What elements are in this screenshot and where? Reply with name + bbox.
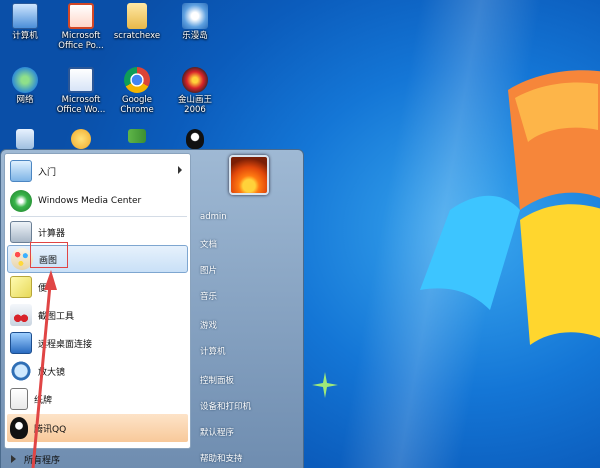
right-item-music[interactable]: 音乐	[200, 290, 217, 302]
flag-icon	[128, 129, 146, 143]
app-icon	[182, 3, 208, 29]
program-magnifier[interactable]: 放大镜	[7, 357, 188, 385]
desktop-icon-word[interactable]: Microsoft Office Wo...	[50, 64, 112, 120]
program-qq[interactable]: 腾讯QQ	[7, 414, 188, 442]
annotation-highlight-box	[30, 242, 68, 268]
desktop-icon-chrome[interactable]: Google Chrome	[106, 64, 168, 120]
computer-icon	[12, 3, 38, 29]
wallpaper-light-ray	[300, 0, 600, 468]
right-item-documents[interactable]: 文档	[200, 238, 217, 250]
windows-logo-wallpaper	[420, 70, 600, 345]
sticky-notes-icon	[10, 276, 32, 298]
right-item-default-programs[interactable]: 默认程序	[200, 426, 234, 438]
start-menu: 入门 Windows Media Center 计算器 画图 便 截图工具 远程…	[0, 149, 304, 468]
start-menu-right-pane: admin 文档 图片 音乐 游戏 计算机 控制面板 设备和打印机 默认程序 帮…	[192, 153, 302, 468]
green-sparkle	[312, 372, 338, 398]
right-item-admin[interactable]: admin	[200, 212, 227, 222]
getting-started-icon	[10, 160, 32, 182]
network-icon	[12, 67, 38, 93]
program-getting-started[interactable]: 入门	[7, 157, 188, 185]
snipping-tool-icon	[10, 304, 32, 326]
program-snipping-tool[interactable]: 截图工具	[7, 301, 188, 329]
app-icon	[71, 129, 91, 149]
paint-king-icon	[182, 67, 208, 93]
powerpoint-icon	[68, 3, 94, 29]
all-programs-button[interactable]: 所有程序	[7, 449, 187, 468]
right-item-computer[interactable]: 计算机	[200, 345, 226, 357]
chrome-icon	[124, 67, 150, 93]
word-icon	[68, 67, 94, 93]
solitaire-icon	[10, 388, 28, 410]
program-list: 入门 Windows Media Center 计算器 画图 便 截图工具 远程…	[4, 153, 191, 449]
media-center-icon	[10, 190, 32, 212]
program-sticky-notes[interactable]: 便	[7, 273, 188, 301]
right-item-control-panel[interactable]: 控制面板	[200, 374, 234, 386]
qq-icon	[10, 417, 28, 439]
divider	[11, 216, 187, 217]
magnifier-icon	[10, 360, 32, 382]
program-remote-desktop[interactable]: 远程桌面连接	[7, 329, 188, 357]
program-solitaire[interactable]: 纸牌	[7, 385, 188, 413]
desktop-icon-computer[interactable]: 计算机	[0, 0, 56, 56]
right-item-pictures[interactable]: 图片	[200, 264, 217, 276]
calculator-icon	[10, 221, 32, 243]
right-item-help-support[interactable]: 帮助和支持	[200, 452, 243, 464]
desktop-icon-lemandao[interactable]: 乐漫岛	[164, 0, 226, 56]
penguin-icon	[186, 129, 204, 149]
recycle-bin-icon	[16, 129, 34, 149]
desktop-icon-scratchexe[interactable]: scratchexe	[106, 0, 168, 56]
folder-icon	[127, 3, 147, 29]
arrow-right-icon	[11, 455, 16, 463]
user-avatar[interactable]	[229, 155, 269, 195]
submenu-arrow-icon[interactable]	[178, 166, 182, 174]
desktop-icon-network[interactable]: 网络	[0, 64, 56, 120]
all-programs-label: 所有程序	[24, 455, 61, 466]
program-windows-media-center[interactable]: Windows Media Center	[7, 187, 188, 215]
desktop-icon-powerpoint[interactable]: Microsoft Office Po...	[50, 0, 112, 56]
right-item-games[interactable]: 游戏	[200, 319, 217, 331]
right-item-devices-printers[interactable]: 设备和打印机	[200, 400, 251, 412]
desktop-icon-paint-king[interactable]: 金山画王 2006	[164, 64, 226, 120]
remote-desktop-icon	[10, 332, 32, 354]
